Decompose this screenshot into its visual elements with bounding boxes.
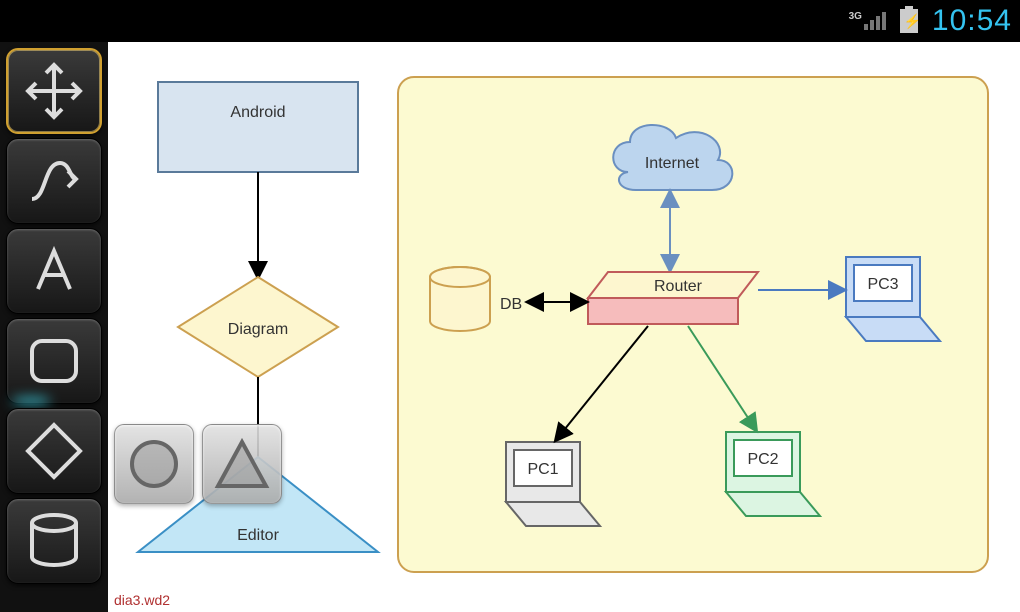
tool-move[interactable] xyxy=(6,48,102,134)
svg-text:PC1: PC1 xyxy=(527,461,558,478)
battery-icon: ⚡ xyxy=(900,9,918,33)
clock: 10:54 xyxy=(932,4,1012,38)
signal-bars-icon xyxy=(864,12,886,30)
svg-text:Diagram: Diagram xyxy=(228,321,288,338)
svg-text:Router: Router xyxy=(654,278,703,295)
tool-connector[interactable] xyxy=(6,138,102,224)
main-toolbar xyxy=(0,42,108,612)
charging-icon: ⚡ xyxy=(904,13,921,30)
svg-text:Android: Android xyxy=(230,104,285,121)
tool-cylinder[interactable] xyxy=(6,498,102,584)
tool-rectangle[interactable] xyxy=(6,318,102,404)
tool-text[interactable] xyxy=(6,228,102,314)
svg-text:Editor: Editor xyxy=(237,527,279,544)
tool-circle[interactable] xyxy=(114,424,194,504)
svg-text:PC3: PC3 xyxy=(867,276,898,293)
filename-label: dia3.wd2 xyxy=(114,592,170,608)
tool-diamond[interactable] xyxy=(6,408,102,494)
diagram-canvas[interactable]: Android Diagram Editor Internet Router xyxy=(108,42,1020,612)
shape-diagram[interactable]: Diagram xyxy=(178,277,338,377)
svg-text:PC2: PC2 xyxy=(747,451,778,468)
tool-triangle[interactable] xyxy=(202,424,282,504)
svg-text:Internet: Internet xyxy=(645,155,700,172)
status-bar: 3G ⚡ 10:54 xyxy=(0,0,1020,42)
shape-router[interactable]: Router xyxy=(588,272,758,324)
shape-android[interactable]: Android xyxy=(158,82,358,172)
diagram-svg: Android Diagram Editor Internet Router xyxy=(108,42,1020,612)
svg-text:DB: DB xyxy=(500,296,522,313)
mobile-signal-label: 3G xyxy=(849,12,862,22)
